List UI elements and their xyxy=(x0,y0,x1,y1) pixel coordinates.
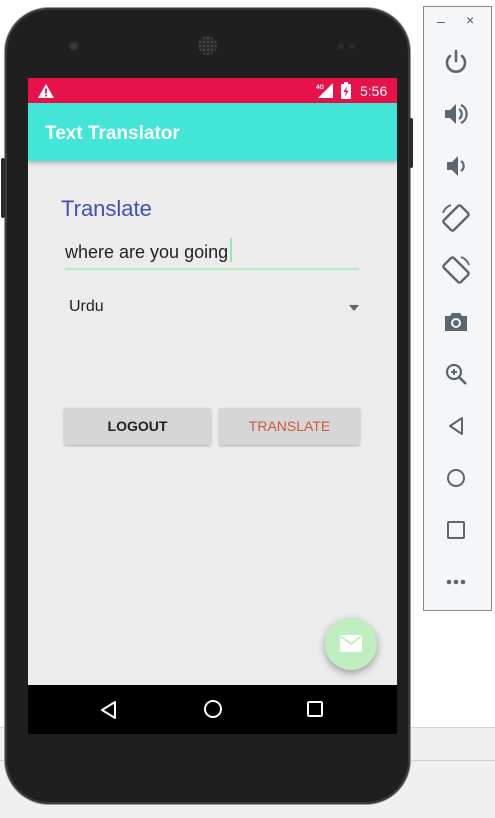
overview-icon xyxy=(447,521,465,539)
text-input[interactable] xyxy=(65,236,359,270)
selected-language: Urdu xyxy=(69,298,104,315)
phone-frame: 4G 5:56 Text Translator Translate Urdu L… xyxy=(1,8,413,804)
status-bar: 4G 5:56 xyxy=(28,78,397,103)
zoom-button[interactable] xyxy=(439,357,473,391)
power-side-button xyxy=(1,158,5,218)
more-horizontal-icon xyxy=(446,579,466,585)
dropdown-arrow-icon xyxy=(349,305,359,311)
warning-icon xyxy=(38,84,54,98)
volume-up-icon xyxy=(445,104,468,124)
status-time: 5:56 xyxy=(360,83,388,99)
emulator-toolbar: – × xyxy=(423,6,492,611)
earpiece-speaker xyxy=(198,36,217,55)
mail-icon xyxy=(340,635,362,652)
text-cursor xyxy=(230,238,232,262)
rotate-left-button[interactable] xyxy=(439,201,473,235)
rotate-right-button[interactable] xyxy=(439,253,473,287)
back-button[interactable] xyxy=(439,409,473,443)
home-nav-icon[interactable] xyxy=(203,699,223,719)
screenshot-button[interactable] xyxy=(439,305,473,339)
battery-charging-icon xyxy=(341,82,351,99)
home-button[interactable] xyxy=(439,461,473,495)
light-sensor xyxy=(349,43,355,49)
language-dropdown[interactable]: Urdu xyxy=(65,290,361,326)
device-screen: 4G 5:56 Text Translator Translate Urdu L… xyxy=(28,78,397,734)
power-icon xyxy=(445,49,467,73)
rotate-right-icon xyxy=(442,256,470,284)
proximity-sensor xyxy=(338,43,344,49)
translate-button[interactable]: TRANSLATE xyxy=(219,408,360,445)
app-bar: Text Translator xyxy=(28,103,397,161)
front-camera xyxy=(69,41,79,51)
more-button[interactable] xyxy=(439,565,473,599)
logout-button[interactable]: LOGOUT xyxy=(64,408,211,445)
overview-button[interactable] xyxy=(439,513,473,547)
volume-down-button[interactable] xyxy=(439,149,473,183)
app-title: Text Translator xyxy=(45,123,180,144)
back-nav-icon[interactable] xyxy=(99,700,117,720)
volume-up-button[interactable] xyxy=(439,97,473,131)
svg-text:4G: 4G xyxy=(316,85,324,91)
email-fab[interactable] xyxy=(325,618,377,670)
power-button[interactable] xyxy=(439,45,473,79)
translate-heading: Translate xyxy=(61,196,152,221)
rotate-left-icon xyxy=(442,204,470,232)
camera-icon xyxy=(445,313,467,331)
close-button[interactable]: × xyxy=(466,12,474,28)
minimize-button[interactable]: – xyxy=(437,13,445,29)
volume-side-button xyxy=(409,118,413,168)
volume-down-icon xyxy=(447,156,465,176)
recent-apps-nav-icon[interactable] xyxy=(307,701,323,717)
signal-4g-icon: 4G xyxy=(316,83,333,98)
home-icon xyxy=(447,469,465,487)
zoom-in-icon xyxy=(445,363,467,385)
back-icon xyxy=(449,417,463,435)
navigation-bar xyxy=(28,685,397,734)
